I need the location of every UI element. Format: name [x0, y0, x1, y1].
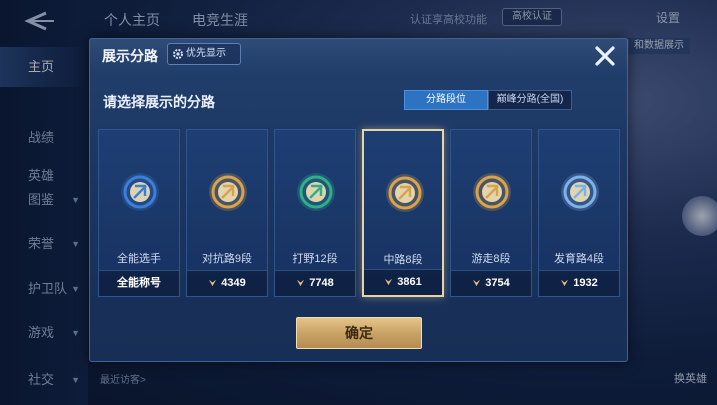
lane-card-footer: 7748: [275, 270, 355, 296]
confirm-button[interactable]: 确定: [296, 317, 422, 349]
select-lane-prompt: 请选择展示的分路: [103, 94, 215, 110]
tab-lane-rank[interactable]: 分路段位: [404, 90, 488, 110]
lane-emblem-icon: [561, 173, 599, 211]
gear-icon: [172, 48, 184, 60]
lane-emblem-icon: [121, 173, 159, 211]
lane-card-value: 3861: [397, 276, 422, 288]
lane-card-label: 全能选手: [117, 253, 161, 265]
lane-card-label: 打野12段: [292, 253, 338, 265]
lane-card-footer: 3861: [364, 269, 442, 295]
lane-card-footer: 1932: [539, 270, 619, 296]
dialog-title: 展示分路: [102, 48, 158, 64]
lane-card-value: 4349: [221, 277, 246, 289]
lane-card-label: 对抗路9段: [201, 253, 253, 265]
lane-card-footer: 全能称号: [99, 270, 179, 296]
lane-card-label: 中路8段: [383, 254, 423, 266]
priority-display-button[interactable]: 优先显示: [167, 43, 241, 65]
display-lane-dialog: 展示分路 优先显示 请选择展示的分路 分路段位 巅峰分路(全国) 全能选手全能称…: [89, 38, 629, 362]
rank-points-icon: [473, 279, 481, 287]
rank-points-icon: [561, 279, 569, 287]
lane-card-value: 1932: [573, 277, 598, 289]
lane-card[interactable]: 中路8段 3861: [362, 129, 444, 297]
lane-emblem-icon: [473, 173, 511, 211]
lane-emblem-icon: [209, 173, 247, 211]
dialog-header: 展示分路 优先显示: [90, 39, 629, 73]
lane-emblem-icon: [386, 174, 424, 212]
lane-card-value: 全能称号: [117, 277, 161, 289]
lane-card[interactable]: 全能选手 全能称号: [98, 129, 180, 297]
lane-card[interactable]: 打野12段 7748: [274, 129, 356, 297]
lane-card-value: 7748: [309, 277, 334, 289]
tab-peak-lane-national[interactable]: 巅峰分路(全国): [488, 90, 572, 110]
lane-card-label: 发育路4段: [553, 253, 605, 265]
lane-card-value: 3754: [485, 277, 510, 289]
lane-card[interactable]: 对抗路9段 4349: [186, 129, 268, 297]
lane-card-footer: 4349: [187, 270, 267, 296]
priority-display-label: 优先显示: [186, 48, 226, 59]
lane-card[interactable]: 发育路4段 1932: [538, 129, 620, 297]
lane-emblem-icon: [297, 173, 335, 211]
rank-points-icon: [385, 278, 393, 286]
rank-points-icon: [297, 279, 305, 287]
close-button[interactable]: [592, 43, 618, 69]
lane-card[interactable]: 游走8段 3754: [450, 129, 532, 297]
close-icon: [595, 46, 615, 66]
rank-points-icon: [209, 279, 217, 287]
lane-card-label: 游走8段: [471, 253, 511, 265]
lane-card-footer: 3754: [451, 270, 531, 296]
